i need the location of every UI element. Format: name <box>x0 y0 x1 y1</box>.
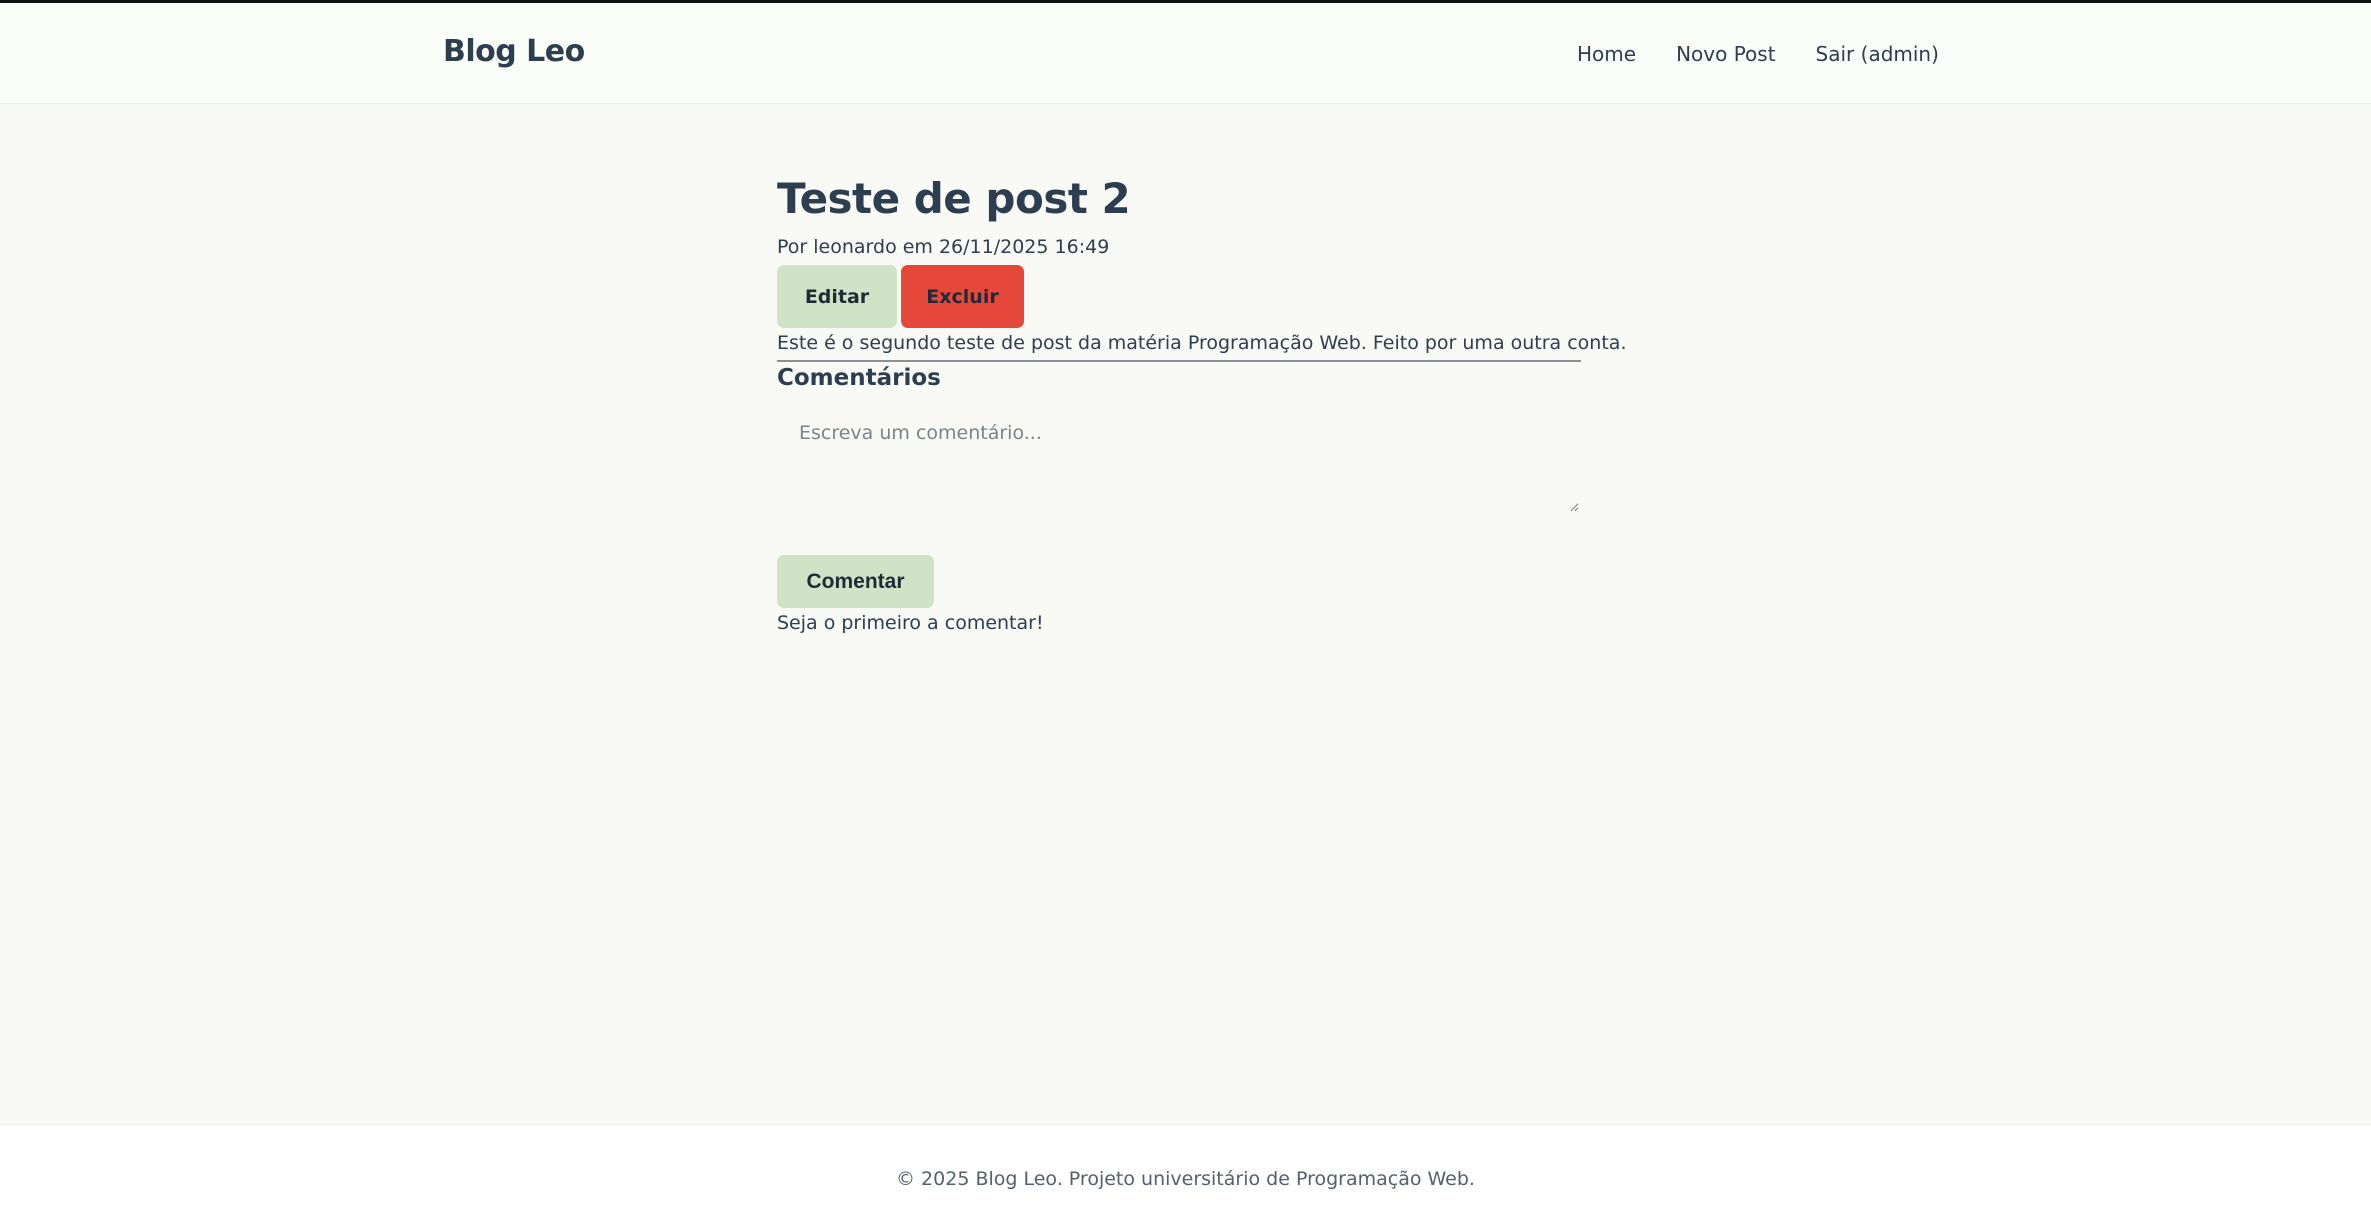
nav-new-post-link[interactable]: Novo Post <box>1676 42 1775 66</box>
post-actions: Editar Excluir <box>777 265 1024 328</box>
footer-text: © 2025 Blog Leo. Projeto universitário d… <box>896 1168 1475 1190</box>
empty-comments-message: Seja o primeiro a comentar! <box>777 612 1044 634</box>
post-body: Este é o segundo teste de post da matéri… <box>777 332 1626 362</box>
comment-input[interactable] <box>777 402 1579 512</box>
comment-submit-button[interactable]: Comentar <box>777 555 934 608</box>
page-footer: © 2025 Blog Leo. Projeto universitário d… <box>0 1124 2371 1223</box>
brand-logo[interactable]: Blog Leo <box>443 34 585 69</box>
post-meta: Por leonardo em 26/11/2025 16:49 <box>777 236 1110 258</box>
main-nav: Home Novo Post Sair (admin) <box>1577 42 1939 66</box>
nav-home-link[interactable]: Home <box>1577 42 1636 66</box>
delete-button[interactable]: Excluir <box>901 265 1024 328</box>
post-title: Teste de post 2 <box>777 174 1131 223</box>
comments-heading: Comentários <box>777 365 941 391</box>
top-navbar: Blog Leo Home Novo Post Sair (admin) <box>0 3 2371 104</box>
nav-logout-link[interactable]: Sair (admin) <box>1816 42 1939 66</box>
edit-button[interactable]: Editar <box>777 265 897 328</box>
